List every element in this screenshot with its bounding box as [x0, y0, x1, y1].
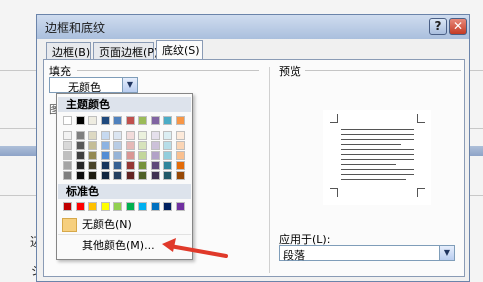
- color-swatch[interactable]: [163, 161, 172, 170]
- color-swatch[interactable]: [113, 202, 122, 211]
- color-swatch[interactable]: [88, 141, 97, 150]
- color-swatch[interactable]: [163, 141, 172, 150]
- color-swatch[interactable]: [163, 131, 172, 140]
- chevron-down-icon[interactable]: ▼: [439, 246, 454, 260]
- color-swatch[interactable]: [125, 116, 135, 125]
- panel-divider: [269, 67, 270, 273]
- color-swatch[interactable]: [125, 131, 135, 140]
- color-swatch[interactable]: [88, 151, 97, 160]
- color-swatch[interactable]: [163, 171, 172, 180]
- color-swatch[interactable]: [175, 131, 185, 140]
- color-swatch[interactable]: [88, 131, 97, 140]
- color-swatch[interactable]: [138, 171, 147, 180]
- color-swatch[interactable]: [138, 202, 147, 211]
- color-swatch[interactable]: [113, 131, 122, 140]
- color-swatch[interactable]: [125, 151, 135, 160]
- apply-to-dropdown[interactable]: 段落 ▼: [279, 245, 455, 262]
- color-swatch[interactable]: [150, 161, 160, 170]
- annotation-arrow-icon: [162, 238, 228, 258]
- shading-preview[interactable]: [323, 110, 431, 205]
- help-button[interactable]: ?: [429, 18, 447, 35]
- color-swatch[interactable]: [63, 131, 72, 140]
- color-swatch[interactable]: [75, 161, 85, 170]
- color-swatch[interactable]: [63, 141, 72, 150]
- color-swatch[interactable]: [75, 116, 85, 125]
- color-swatch[interactable]: [113, 161, 122, 170]
- color-swatch[interactable]: [63, 161, 72, 170]
- color-swatch[interactable]: [125, 171, 135, 180]
- color-swatch[interactable]: [100, 131, 110, 140]
- dialog-title: 边框和底纹: [45, 21, 106, 35]
- color-swatch[interactable]: [150, 151, 160, 160]
- color-swatch[interactable]: [175, 171, 185, 180]
- color-swatch[interactable]: [125, 161, 135, 170]
- color-swatch[interactable]: [125, 141, 135, 150]
- color-swatch[interactable]: [138, 151, 147, 160]
- color-swatch[interactable]: [63, 116, 72, 125]
- no-color-swatch: [62, 218, 77, 232]
- color-swatch[interactable]: [175, 116, 185, 125]
- more-colors-label: 其他颜色(M)...: [82, 239, 155, 252]
- color-swatch[interactable]: [88, 161, 97, 170]
- color-swatch[interactable]: [150, 171, 160, 180]
- no-color-label: 无颜色(N): [82, 218, 132, 231]
- color-swatch[interactable]: [100, 202, 110, 211]
- color-swatch[interactable]: [138, 161, 147, 170]
- color-swatch[interactable]: [150, 141, 160, 150]
- color-swatch[interactable]: [88, 116, 97, 125]
- color-swatch[interactable]: [113, 171, 122, 180]
- tab-shading[interactable]: 底纹(S): [156, 40, 203, 60]
- tab-page-borders[interactable]: 页面边框(P): [93, 42, 158, 59]
- color-swatch[interactable]: [75, 151, 85, 160]
- color-swatch[interactable]: [138, 116, 147, 125]
- preview-label: 预览: [279, 65, 301, 78]
- color-swatch[interactable]: [150, 202, 160, 211]
- tab-borders[interactable]: 边框(B): [46, 42, 91, 59]
- color-swatch[interactable]: [150, 116, 160, 125]
- color-swatch[interactable]: [100, 141, 110, 150]
- color-swatch[interactable]: [175, 202, 185, 211]
- color-swatch[interactable]: [100, 116, 110, 125]
- chevron-down-icon[interactable]: ▼: [122, 78, 137, 92]
- color-swatch[interactable]: [113, 151, 122, 160]
- color-swatch[interactable]: [88, 171, 97, 180]
- color-swatch[interactable]: [113, 141, 122, 150]
- color-swatch[interactable]: [175, 141, 185, 150]
- theme-colors-heading: 主题颜色: [58, 97, 191, 112]
- color-swatch[interactable]: [150, 131, 160, 140]
- color-swatch[interactable]: [100, 161, 110, 170]
- color-swatch[interactable]: [138, 131, 147, 140]
- color-swatch[interactable]: [175, 161, 185, 170]
- color-swatch[interactable]: [163, 151, 172, 160]
- color-swatch[interactable]: [175, 151, 185, 160]
- color-swatch[interactable]: [100, 151, 110, 160]
- color-swatch[interactable]: [163, 116, 172, 125]
- close-button[interactable]: ✕: [449, 18, 467, 35]
- color-swatch[interactable]: [75, 202, 85, 211]
- color-swatch[interactable]: [113, 116, 122, 125]
- color-swatch[interactable]: [63, 202, 72, 211]
- color-swatch[interactable]: [75, 131, 85, 140]
- fill-color-dropdown[interactable]: 无颜色 ▼: [49, 77, 138, 94]
- fill-group-line: [77, 70, 259, 71]
- color-swatch[interactable]: [100, 171, 110, 180]
- no-color-option[interactable]: 无颜色(N): [58, 215, 191, 235]
- color-swatch[interactable]: [125, 202, 135, 211]
- color-swatch[interactable]: [75, 141, 85, 150]
- color-swatch[interactable]: [75, 171, 85, 180]
- standard-colors-heading: 标准色: [58, 184, 191, 199]
- apply-to-value: 段落: [283, 249, 305, 262]
- color-swatch[interactable]: [138, 141, 147, 150]
- color-swatch[interactable]: [88, 202, 97, 211]
- color-swatch[interactable]: [63, 151, 72, 160]
- preview-group-line: [305, 70, 461, 71]
- color-swatch[interactable]: [63, 171, 72, 180]
- dialog-titlebar: 边框和底纹 ? ✕: [37, 15, 469, 39]
- color-swatch[interactable]: [163, 202, 172, 211]
